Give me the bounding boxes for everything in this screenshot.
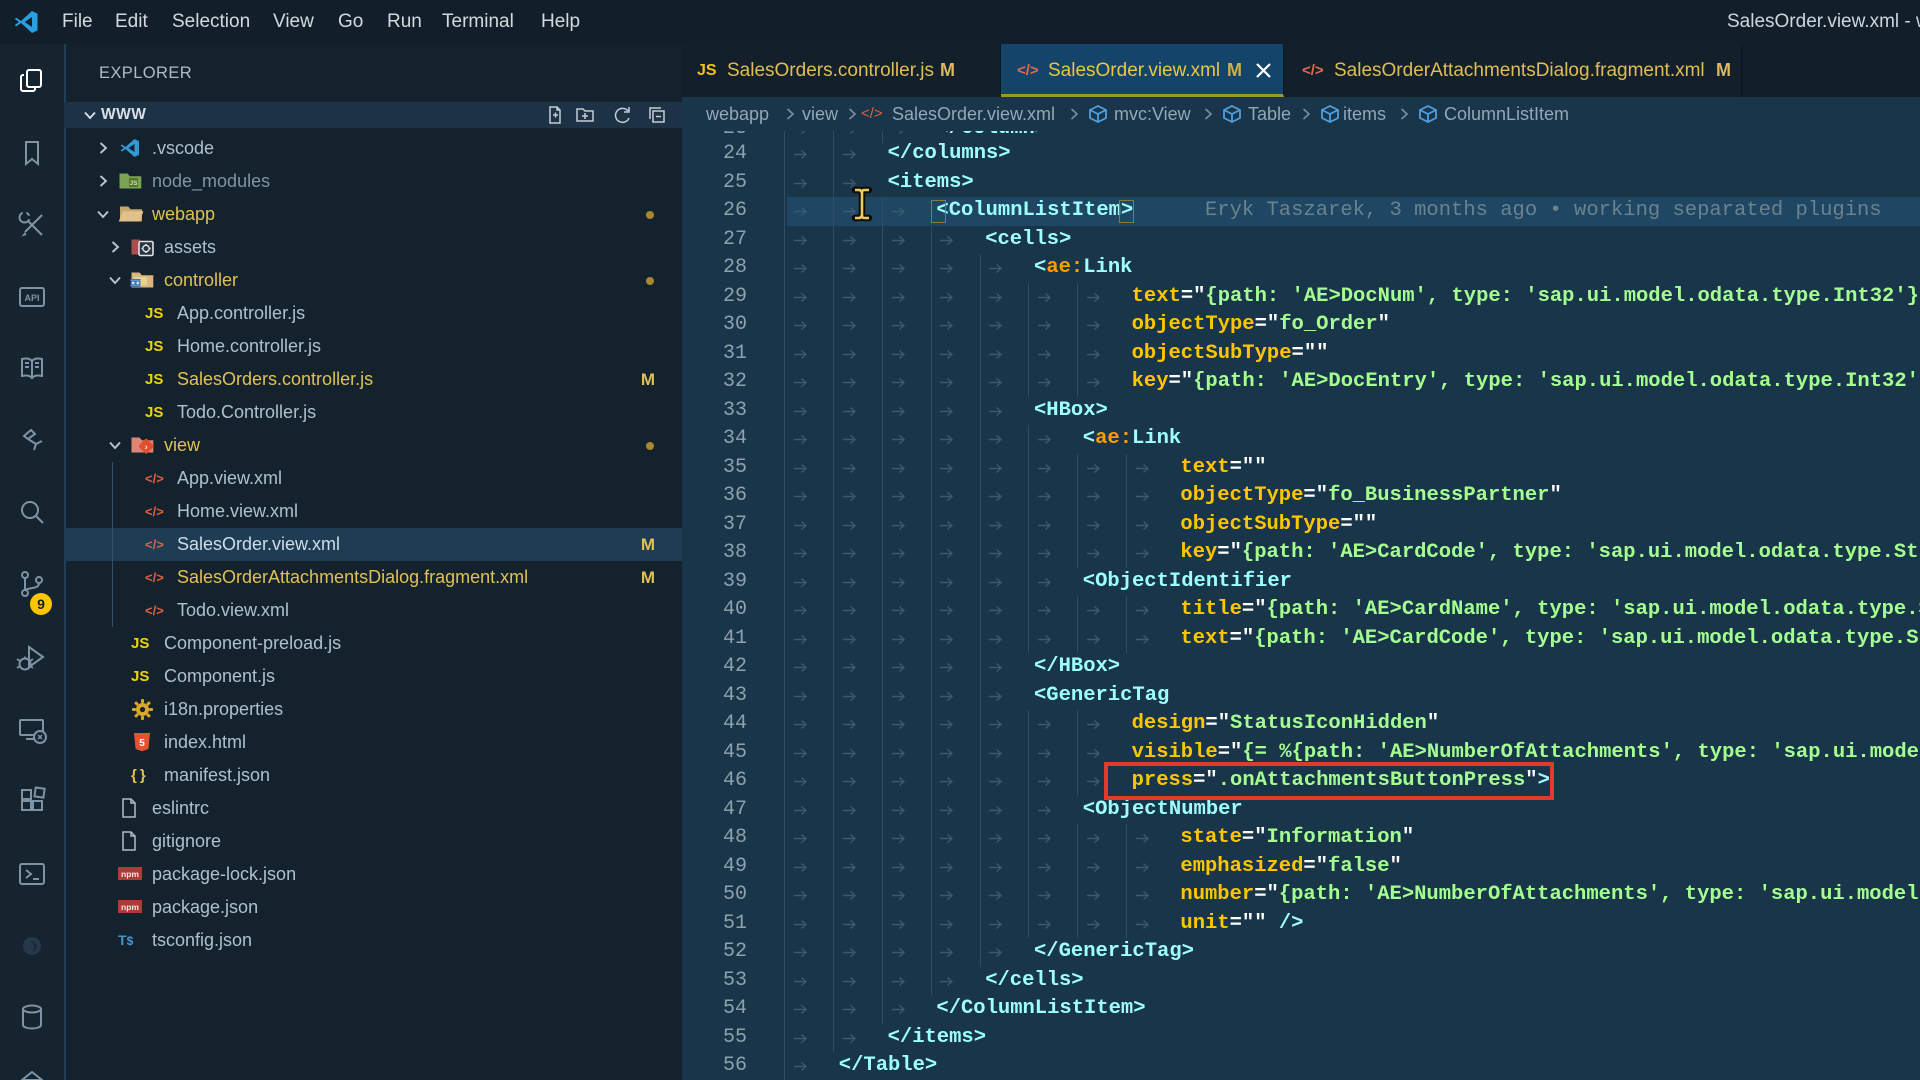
svg-text:JS: JS xyxy=(130,180,139,187)
svg-text:npm: npm xyxy=(121,869,139,879)
svg-text:npm: npm xyxy=(121,902,139,912)
svg-text:›: › xyxy=(145,441,148,451)
svg-text:API: API xyxy=(24,293,39,303)
svg-text:5: 5 xyxy=(139,738,145,749)
